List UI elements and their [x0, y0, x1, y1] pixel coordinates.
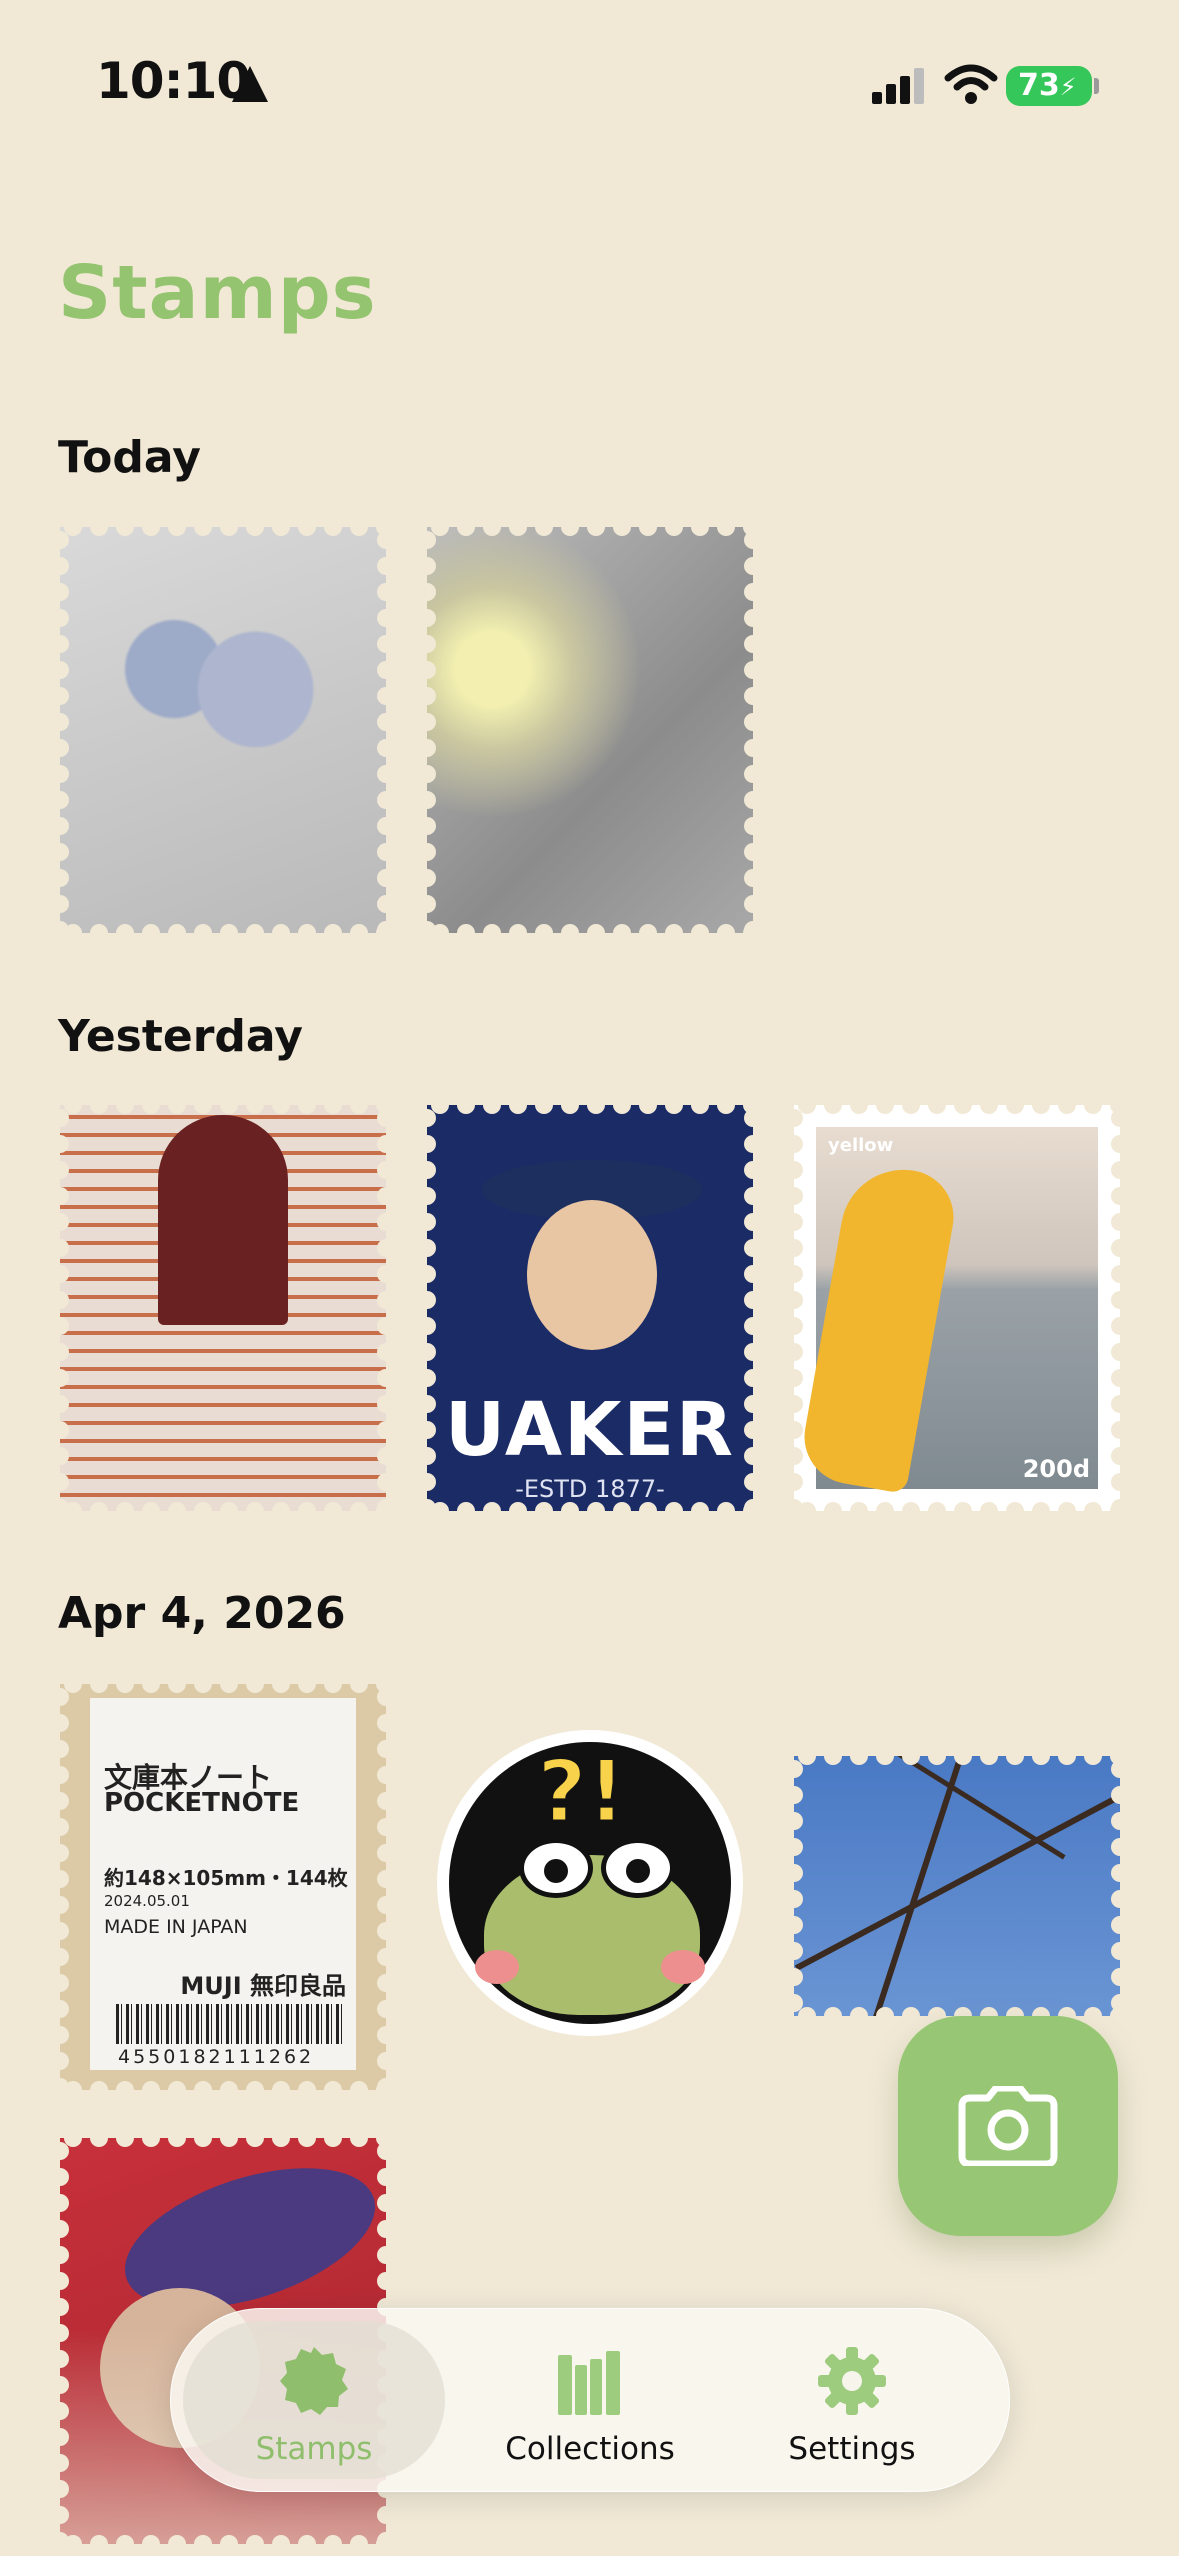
stamp-vase[interactable]: [60, 527, 386, 933]
tab-settings[interactable]: Settings: [721, 2321, 983, 2479]
section-heading-apr-4-2026: Apr 4, 2026: [58, 1588, 346, 1639]
stamp-quaker-sub: -ESTD 1877-: [515, 1475, 665, 1503]
stamp-muji-note[interactable]: 文庫本ノート POCKETNOTE 約148×105mm・144枚 2024.0…: [60, 1684, 386, 2090]
stamp-yellow-label: yellow: [828, 1135, 894, 1156]
tab-stamps-label: Stamps: [255, 2431, 373, 2467]
cellular-signal-icon: [872, 68, 924, 104]
stamp-reindeer[interactable]: [427, 527, 753, 933]
tab-collections[interactable]: Collections: [459, 2321, 721, 2479]
battery-icon: 73⚡: [1006, 66, 1092, 106]
note-line-5: MADE IN JAPAN: [104, 1916, 248, 1938]
books-icon: [558, 2351, 620, 2415]
status-bar: 10:10 73⚡: [0, 0, 1179, 150]
tab-stamps[interactable]: Stamps: [183, 2321, 445, 2479]
camera-icon: [958, 2086, 1058, 2166]
stamp-yellow-value: 200d: [1022, 1455, 1090, 1483]
camera-button[interactable]: [898, 2016, 1118, 2236]
section-heading-today: Today: [58, 432, 201, 483]
location-arrow-icon: [232, 66, 268, 102]
barcode: [116, 2004, 346, 2044]
tab-settings-label: Settings: [788, 2431, 916, 2467]
battery-level: 73: [1018, 68, 1060, 103]
note-line-4: 2024.05.01: [104, 1892, 190, 1910]
stamp-soy-sauce[interactable]: [60, 1105, 386, 1511]
section-heading-yesterday: Yesterday: [58, 1011, 303, 1062]
stamp-yellow-board[interactable]: yellow 200d: [794, 1105, 1120, 1511]
wifi-icon: [944, 64, 998, 104]
note-barcode-number: 4550182111262: [118, 2046, 315, 2068]
stamp-quaker-text: UAKER: [445, 1387, 735, 1473]
stamp-icon: [280, 2347, 348, 2415]
battery-tip: [1094, 78, 1099, 94]
tab-bar: Stamps Collections Settings: [170, 2308, 1010, 2492]
stamp-quaker[interactable]: UAKER -ESTD 1877-: [427, 1105, 753, 1511]
gear-icon: [818, 2347, 886, 2415]
page-title: Stamps: [58, 250, 377, 336]
frog-exclamation: ?!: [535, 1741, 627, 1844]
stamp-blossom-sky[interactable]: [794, 1756, 1120, 2016]
note-line-2: POCKETNOTE: [104, 1788, 300, 1818]
stamp-frog-sticker[interactable]: ?!: [427, 1720, 753, 2050]
note-line-3: 約148×105mm・144枚: [104, 1866, 348, 1890]
tab-collections-label: Collections: [505, 2431, 675, 2467]
note-line-6: MUJI 無印良品: [180, 1972, 346, 2000]
